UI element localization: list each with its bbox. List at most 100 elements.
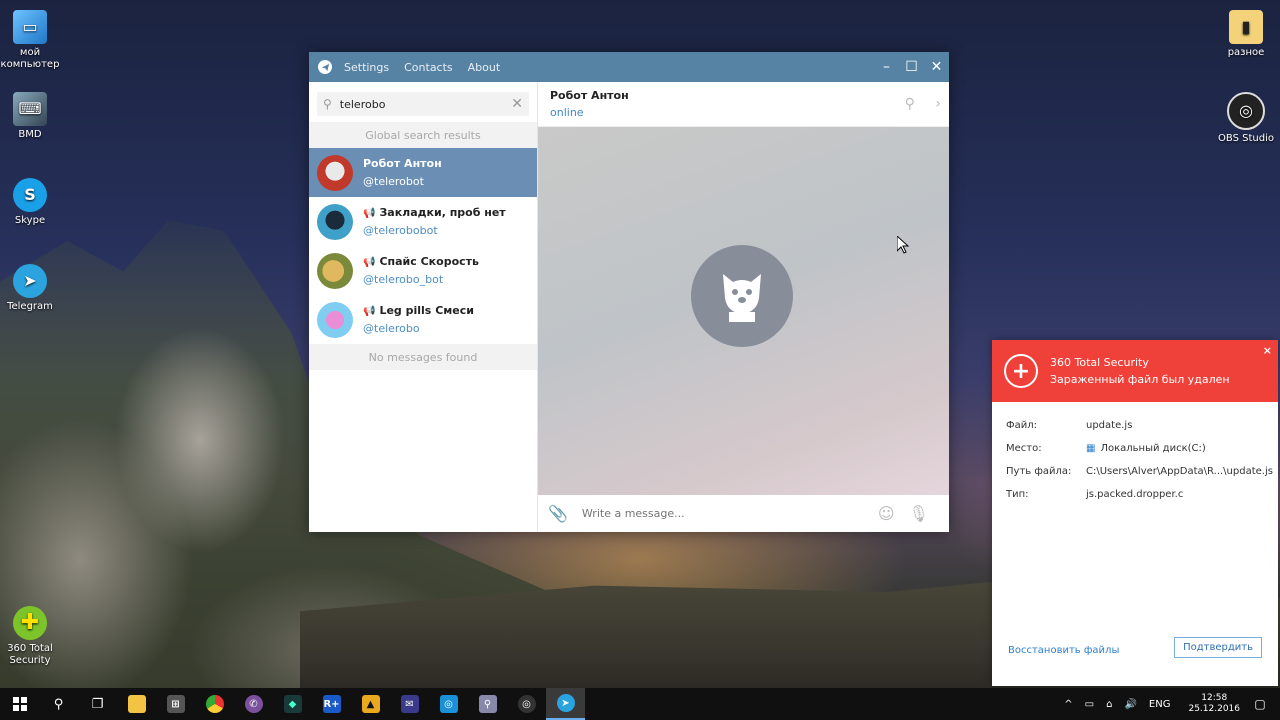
windows-drive-icon: ▦ xyxy=(1086,443,1096,454)
global-search-header: Global search results xyxy=(309,122,537,148)
minimize-icon[interactable]: – xyxy=(874,59,899,75)
chrome-icon[interactable] xyxy=(195,688,234,720)
chat-title: Робот Антон xyxy=(550,89,629,102)
result-name: Leg pills Смеси xyxy=(379,304,474,317)
telegram-icon: ➤ xyxy=(13,264,47,298)
menu-about[interactable]: About xyxy=(468,61,501,74)
emoji-icon[interactable]: ☺ xyxy=(878,504,895,523)
telegram-logo-icon xyxy=(318,60,332,74)
channel-megaphone-icon: 📢 xyxy=(363,306,376,317)
result-name: Закладки, проб нет xyxy=(379,206,506,219)
search-input[interactable] xyxy=(337,96,492,112)
result-name: Робот Антон xyxy=(363,157,442,170)
viber-icon[interactable]: ✆ xyxy=(234,688,273,720)
folder-icon: ▮ xyxy=(1229,10,1263,44)
channel-megaphone-icon: 📢 xyxy=(363,257,376,268)
desktop-icon-bmd[interactable]: ⌨ BMD xyxy=(0,92,65,141)
file-path-link[interactable]: C:\Users\Alver\AppData\R...\update.js xyxy=(1086,460,1273,483)
threat-type: js.packed.dropper.c xyxy=(1086,489,1184,500)
skype-icon: S xyxy=(13,178,47,212)
result-name: Спайс Скорость xyxy=(379,255,479,268)
maximize-icon[interactable]: ☐ xyxy=(899,59,924,75)
desktop-icon-raznoe[interactable]: ▮ разное xyxy=(1211,10,1280,59)
message-composer: 📎 ☺ 🎙 xyxy=(538,495,949,532)
chat-panel: Робот Антон online ⚲ › 📎 ☺ 🎙 xyxy=(538,82,949,532)
app-square-icon[interactable]: ◎ xyxy=(429,688,468,720)
restore-files-link[interactable]: Восстановить файлы xyxy=(1008,645,1119,656)
obs-taskbar-icon[interactable]: ◎ xyxy=(507,688,546,720)
network-icon[interactable]: ⌂ xyxy=(1106,699,1112,710)
attach-icon[interactable]: 📎 xyxy=(548,504,568,523)
chevron-up-icon[interactable]: ^ xyxy=(1064,699,1072,710)
confirm-button[interactable]: Подтвердить xyxy=(1174,637,1262,658)
clock[interactable]: 12:58 25.12.2016 xyxy=(1188,693,1240,715)
mail-app-icon[interactable]: ✉ xyxy=(390,688,429,720)
chat-status: online xyxy=(550,106,584,119)
clear-search-icon[interactable]: ✕ xyxy=(511,96,523,112)
notification-message: Зараженный файл был удален xyxy=(1050,373,1230,386)
security-icon: ✚ xyxy=(13,606,47,640)
app-diamond-icon[interactable]: ◆ xyxy=(273,688,312,720)
result-username: @telerobo_bot xyxy=(363,273,444,286)
detail-row: Файл: update.js xyxy=(1006,420,1133,431)
close-icon[interactable]: ✕ xyxy=(924,59,949,75)
security-notification: + 360 Total Security Зараженный файл был… xyxy=(992,340,1278,686)
desktop-icon-telegram[interactable]: ➤ Telegram xyxy=(0,264,65,313)
detail-row: Место: ▦ Локальный диск(C:) xyxy=(1006,443,1206,454)
microphone-icon[interactable]: 🎙 xyxy=(909,504,929,523)
clock-date: 25.12.2016 xyxy=(1188,704,1240,714)
telegram-taskbar-icon[interactable]: ➤ xyxy=(546,688,585,720)
detail-row: Путь файла: C:\Users\Alver\AppData\R...\… xyxy=(1006,460,1273,483)
notification-header: + 360 Total Security Зараженный файл был… xyxy=(992,340,1278,402)
search-icon[interactable]: ⚲ xyxy=(39,688,78,720)
avatar xyxy=(317,301,353,338)
computer-icon: ▭ xyxy=(13,10,47,44)
search-result-1[interactable]: 📢 Закладки, проб нет @telerobobot xyxy=(309,197,537,246)
volume-icon[interactable]: 🔊 xyxy=(1124,699,1136,710)
channel-megaphone-icon: 📢 xyxy=(363,208,376,219)
avatar xyxy=(317,252,353,289)
desktop-icon-obs[interactable]: ◎ OBS Studio xyxy=(1211,92,1280,145)
desktop-icon-skype[interactable]: S Skype xyxy=(0,178,65,227)
keyboard-icon: ⌨ xyxy=(13,92,47,126)
search-result-0[interactable]: Робот Антон @telerobot xyxy=(309,148,537,197)
language-indicator[interactable]: ENG xyxy=(1149,699,1171,710)
chevron-right-icon[interactable]: › xyxy=(935,96,941,112)
search-box: ⚲ ✕ xyxy=(317,92,529,116)
windows-logo-icon xyxy=(12,697,27,711)
store-icon[interactable]: ⊞ xyxy=(156,688,195,720)
result-username: @telerobo xyxy=(363,322,420,335)
notification-app-name: 360 Total Security xyxy=(1050,356,1149,369)
threat-details: Файл: update.js Место: ▦ Локальный диск(C… xyxy=(1006,414,1273,506)
search-icon: ⚲ xyxy=(323,97,332,111)
avatar xyxy=(317,154,353,191)
search-result-2[interactable]: 📢 Спайс Скорость @telerobo_bot xyxy=(309,246,537,295)
system-tray: ^ ▭ ⌂ 🔊 ENG 12:58 25.12.2016 ▢ xyxy=(1052,693,1280,715)
menu-settings[interactable]: Settings xyxy=(344,61,389,74)
search-result-3[interactable]: 📢 Leg pills Смеси @telerobo xyxy=(309,295,537,344)
menu-contacts[interactable]: Contacts xyxy=(404,61,453,74)
bot-placeholder-icon xyxy=(691,245,793,347)
avatar xyxy=(317,203,353,240)
clock-time: 12:58 xyxy=(1201,693,1228,703)
start-button[interactable] xyxy=(0,688,39,720)
desktop-icon-360[interactable]: ✚ 360 Total Security xyxy=(0,606,65,667)
title-bar: Settings Contacts About – ☐ ✕ xyxy=(309,52,949,82)
message-input[interactable] xyxy=(579,506,864,521)
action-center-icon[interactable]: ▢ xyxy=(1240,697,1280,711)
notification-close-icon[interactable]: × xyxy=(1263,344,1272,357)
battery-icon[interactable]: ▭ xyxy=(1085,699,1094,710)
detail-row: Тип: js.packed.dropper.c xyxy=(1006,483,1273,506)
security-plus-icon: + xyxy=(1004,354,1038,388)
triangle-app-icon[interactable]: ▲ xyxy=(351,688,390,720)
magnifier-app-icon[interactable]: ⚲ xyxy=(468,688,507,720)
search-icon[interactable]: ⚲ xyxy=(905,96,915,112)
r-plus-icon[interactable]: R+ xyxy=(312,688,351,720)
result-username: @telerobot xyxy=(363,175,424,188)
taskbar: ⚲ ❐ ⊞ ✆ ◆ R+ ▲ ✉ ◎ ⚲ ◎ ➤ ^ ▭ ⌂ 🔊 ENG 12:… xyxy=(0,688,1280,720)
desktop-icon-my-computer[interactable]: ▭ мой компьютер xyxy=(0,10,65,71)
file-explorer-icon[interactable] xyxy=(117,688,156,720)
chat-header[interactable]: Робот Антон online ⚲ › xyxy=(538,82,949,127)
task-view-icon[interactable]: ❐ xyxy=(78,688,117,720)
telegram-window: Settings Contacts About – ☐ ✕ ⚲ ✕ Global… xyxy=(309,52,949,532)
